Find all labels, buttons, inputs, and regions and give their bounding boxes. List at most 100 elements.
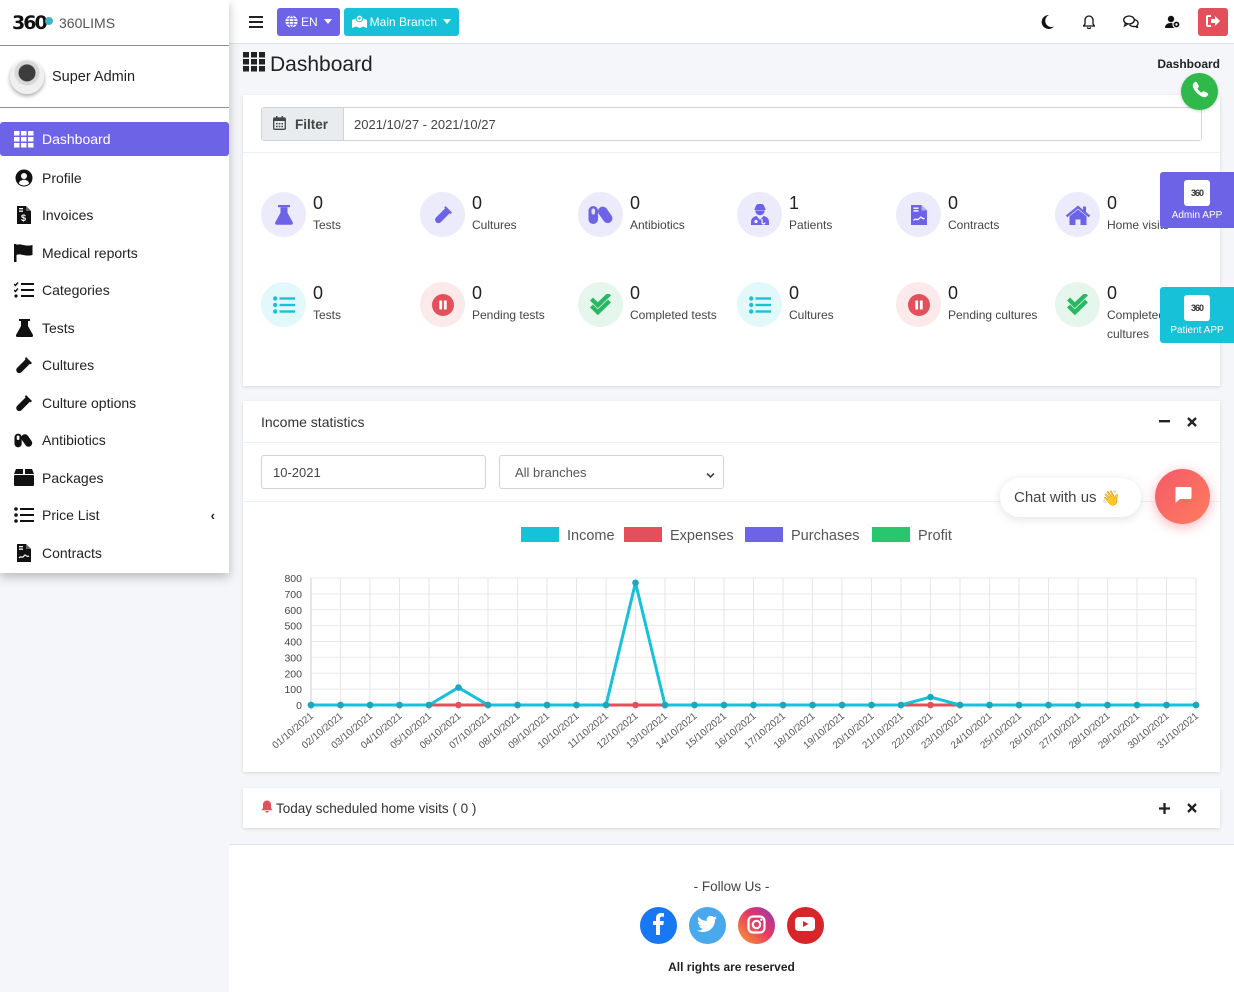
- sidebar-item-profile[interactable]: Profile: [0, 159, 229, 197]
- data-point-income: [1015, 701, 1023, 709]
- y-tick-label: 600: [284, 605, 302, 617]
- stat-completed-cultures[interactable]: 0 Completed cultures: [1055, 282, 1169, 344]
- sidebar-item-medical-reports[interactable]: Medical reports: [0, 234, 229, 272]
- grid-icon: [243, 52, 265, 78]
- page-title-text: Dashboard: [270, 53, 373, 76]
- map-marker-icon: [351, 14, 370, 29]
- data-point-income: [838, 701, 846, 709]
- comments-icon[interactable]: [1110, 0, 1152, 44]
- stat-pending-cultures[interactable]: 0 Pending cultures: [896, 282, 1037, 327]
- data-point-income: [1045, 701, 1052, 709]
- twitter-icon: [697, 915, 717, 935]
- y-tick-label: 100: [284, 684, 302, 696]
- moon-icon[interactable]: [1026, 0, 1068, 44]
- collapse-button[interactable]: [1150, 412, 1178, 432]
- data-point-income: [455, 684, 462, 691]
- legend-swatch-income: [521, 527, 559, 542]
- sidebar-item-categories[interactable]: Categories: [0, 272, 229, 310]
- stat-completed-tests[interactable]: 0 Completed tests: [578, 282, 717, 327]
- sidebar-item-culture-options[interactable]: Culture options: [0, 384, 229, 422]
- admin-app-button[interactable]: 360 Admin APP: [1160, 172, 1234, 228]
- stat-label: Tests: [313, 218, 342, 232]
- instagram-link[interactable]: [737, 907, 775, 944]
- sidebar-item-cultures[interactable]: Cultures: [0, 347, 229, 385]
- stat-value: 1: [789, 193, 800, 213]
- branch-label: Main Branch: [369, 14, 438, 29]
- legend-swatch-purchases: [745, 527, 783, 542]
- menu-toggle-icon[interactable]: [249, 15, 263, 28]
- facebook-link[interactable]: [639, 907, 677, 944]
- divider: [243, 152, 1220, 153]
- users-cog-icon[interactable]: [1152, 0, 1194, 44]
- follow-us-label: - Follow Us -: [693, 879, 770, 894]
- chat-with-us-bubble[interactable]: Chat with us 👋: [1000, 478, 1141, 517]
- stat-label: Antibiotics: [630, 218, 685, 232]
- stat-cultures[interactable]: 0 Cultures: [420, 192, 517, 237]
- admin-app-label: Admin APP: [1171, 209, 1223, 221]
- sidebar-item-invoices[interactable]: $ Invoices: [0, 197, 229, 235]
- stat-patients[interactable]: 1 Patients: [737, 192, 832, 237]
- avatar: [10, 59, 44, 94]
- sidebar-item-dashboard[interactable]: Dashboard: [0, 122, 229, 156]
- home-visits-card: Today scheduled home visits ( 0 ): [243, 788, 1220, 828]
- date-range-input[interactable]: [344, 108, 1201, 140]
- stat-tests[interactable]: 0 Tests: [261, 192, 341, 237]
- logout-button[interactable]: [1198, 7, 1228, 36]
- stat-antibiotics[interactable]: 0 Antibiotics: [578, 192, 685, 237]
- stat-label: Cultures: [789, 308, 834, 322]
- stat-label: Patients: [789, 218, 833, 232]
- twitter-link[interactable]: [688, 907, 726, 944]
- data-point-income: [307, 701, 315, 709]
- stat-label: Contracts: [948, 218, 1000, 232]
- brand[interactable]: 360 360LIMS: [0, 0, 229, 46]
- breadcrumb[interactable]: Dashboard: [1157, 57, 1220, 71]
- data-point-income: [691, 701, 698, 709]
- whatsapp-button[interactable]: [1181, 73, 1218, 110]
- stat-label: Pending tests: [472, 308, 545, 322]
- contract-icon: [896, 192, 941, 237]
- data-point-income: [1133, 701, 1141, 709]
- data-point-income: [750, 701, 757, 709]
- data-point-income: [868, 701, 875, 709]
- stat-home-visits[interactable]: 0 Home visits: [1055, 192, 1169, 237]
- data-point-income: [809, 701, 816, 709]
- sidebar-item-label: Medical reports: [42, 244, 138, 261]
- data-point-income: [897, 701, 905, 709]
- filter-label: Filter: [262, 108, 344, 140]
- sidebar-item-antibiotics[interactable]: Antibiotics: [0, 422, 229, 460]
- close-button[interactable]: [1178, 412, 1206, 432]
- bell-icon[interactable]: [1068, 0, 1110, 44]
- stat-pending-tests[interactable]: 0 Pending tests: [420, 282, 545, 327]
- home-icon: [1055, 192, 1100, 237]
- data-point-income: [425, 701, 433, 709]
- close-button[interactable]: [1178, 798, 1206, 818]
- patient-icon: [737, 192, 782, 237]
- sidebar-item-price-list[interactable]: Price List ‹: [0, 497, 229, 535]
- sidebar-item-label: Antibiotics: [42, 432, 106, 449]
- income-statistics-card: Income statistics All branches Income Exp…: [243, 401, 1220, 772]
- month-input[interactable]: [261, 455, 486, 489]
- sidebar-item-packages[interactable]: Packages: [0, 459, 229, 497]
- branch-select[interactable]: All branches: [499, 455, 724, 489]
- sidebar-item-contracts[interactable]: Contracts: [0, 534, 229, 572]
- chat-button[interactable]: [1155, 469, 1210, 524]
- data-point-income: [514, 701, 521, 709]
- user-panel[interactable]: Super Admin: [0, 46, 229, 108]
- data-point-income: [602, 701, 610, 709]
- chevron-left-icon[interactable]: ‹: [211, 508, 215, 523]
- expand-button[interactable]: [1150, 798, 1178, 818]
- youtube-link[interactable]: [786, 907, 824, 944]
- caret-down-icon: [323, 19, 332, 24]
- language-dropdown[interactable]: EN: [277, 7, 340, 36]
- branch-dropdown[interactable]: Main Branch: [343, 7, 460, 36]
- data-point-income: [956, 701, 964, 709]
- data-point-expenses: [927, 701, 934, 709]
- sidebar-item-tests[interactable]: Tests: [0, 309, 229, 347]
- card-tools: [1150, 412, 1220, 432]
- stat-tests[interactable]: 0 Tests: [261, 282, 341, 327]
- data-point-expenses: [455, 701, 462, 709]
- stat-cultures[interactable]: 0 Cultures: [737, 282, 834, 327]
- stat-contracts[interactable]: 0 Contracts: [896, 192, 999, 237]
- svg-text:$: $: [21, 213, 26, 223]
- patient-app-button[interactable]: 360 Patient APP: [1160, 287, 1234, 343]
